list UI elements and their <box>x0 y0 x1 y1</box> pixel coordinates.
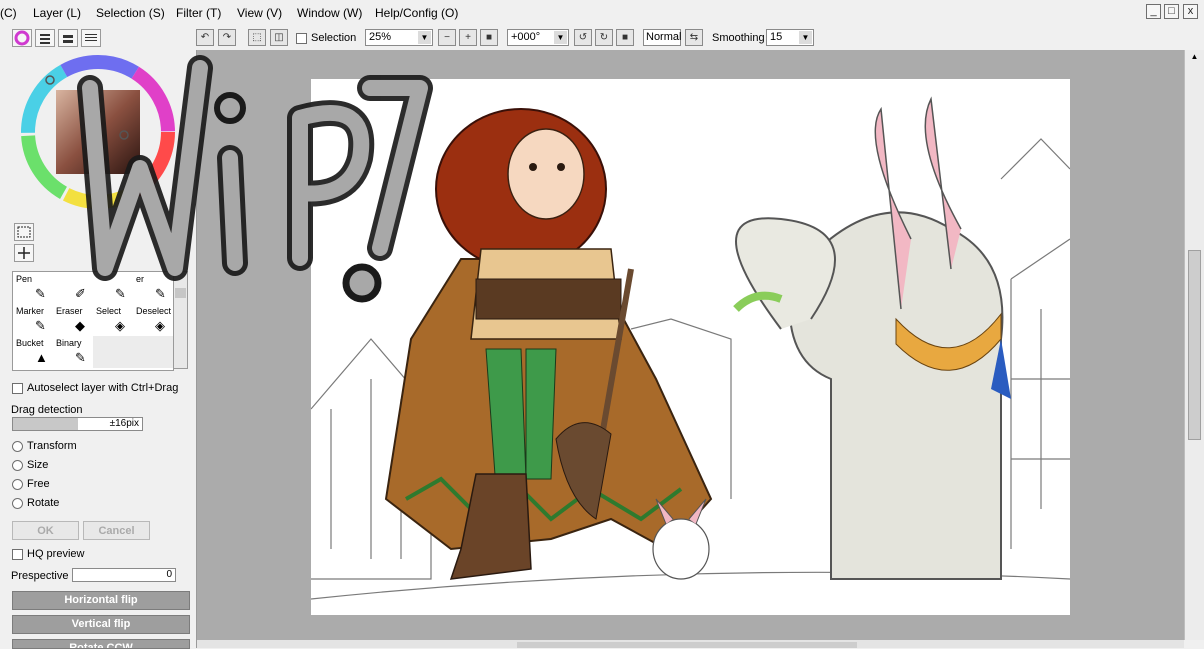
close-button[interactable]: x <box>1183 4 1198 19</box>
color-wheel-tab[interactable] <box>12 29 32 47</box>
menu-item-selection[interactable]: Selection (S) <box>96 6 165 20</box>
radio-size[interactable] <box>12 460 23 471</box>
rotate-reset-button[interactable]: ■ <box>616 29 634 46</box>
horizontal-flip-button[interactable]: Horizontal flip <box>12 591 190 610</box>
binary-pen-icon: ✎ <box>75 350 86 365</box>
blend-mode-field[interactable]: Normal <box>643 29 681 46</box>
hq-preview-checkbox[interactable] <box>12 549 23 560</box>
rotation-select[interactable]: +000° ▼ <box>507 29 569 46</box>
smoothing-select[interactable]: 15 ▼ <box>766 29 814 46</box>
rotate-right-icon: ↻ <box>599 32 609 43</box>
menu-item-help-config[interactable]: Help/Config (O) <box>375 6 458 20</box>
bucket-icon: ▲ <box>35 350 48 365</box>
menu-bar: (C) Layer (L) Selection (S) Filter (T) V… <box>0 0 1204 26</box>
horizontal-scrollbar[interactable] <box>197 640 1184 648</box>
rect-select-tool[interactable] <box>14 223 34 241</box>
chevron-down-icon: ▼ <box>799 31 812 44</box>
radio-transform-label: Transform <box>27 440 77 452</box>
radio-rotate-label: Rotate <box>27 497 60 509</box>
menu-item-layer[interactable]: Layer (L) <box>33 6 81 20</box>
autoselect-checkbox[interactable] <box>12 383 23 394</box>
vertical-flip-button[interactable]: Vertical flip <box>12 615 190 634</box>
slider-fill <box>13 418 78 430</box>
menu-item-view[interactable]: View (V) <box>237 6 282 20</box>
zoom-in-button[interactable]: + <box>459 29 477 46</box>
autoselect-label: Autoselect layer with Ctrl+Drag <box>27 382 179 394</box>
radio-free-label: Free <box>27 478 50 490</box>
rect-select-icon <box>17 226 31 238</box>
vscroll-thumb[interactable] <box>1188 250 1201 440</box>
wip-watermark <box>77 55 433 303</box>
perspective-label: Prespective <box>11 570 69 582</box>
rotate-left-button[interactable]: ↺ <box>574 29 592 46</box>
vertical-scrollbar[interactable]: ▲ <box>1184 50 1204 640</box>
reset-icon: ■ <box>621 32 629 43</box>
perspective-value: 0 <box>166 569 172 580</box>
menu-item-window[interactable]: Window (W) <box>297 6 362 20</box>
drag-detection-slider[interactable]: ±16pix <box>12 417 143 431</box>
rotation-value: +000° <box>511 31 541 43</box>
minimize-button[interactable]: _ <box>1146 4 1161 19</box>
ok-button[interactable]: OK <box>12 521 79 540</box>
perspective-slider[interactable]: 0 <box>72 568 176 582</box>
drag-detection-value: ±16pix <box>109 418 139 429</box>
smoothing-value: 15 <box>770 31 783 43</box>
chevron-down-icon: ▼ <box>554 31 567 44</box>
radio-transform[interactable] <box>12 441 23 452</box>
flip-icon: ⇆ <box>689 32 699 43</box>
hscroll-thumb[interactable] <box>517 642 857 648</box>
zoom-reset-button[interactable]: ■ <box>480 29 498 46</box>
rotate-right-button[interactable]: ↻ <box>595 29 613 46</box>
move-tool[interactable] <box>14 244 34 262</box>
flip-view-button[interactable]: ⇆ <box>685 29 703 46</box>
menu-item-filter[interactable]: Filter (T) <box>176 6 221 20</box>
drag-detection-label: Drag detection <box>11 404 83 416</box>
color-wheel-icon <box>14 30 30 46</box>
cancel-button[interactable]: Cancel <box>83 521 150 540</box>
reset-icon: ■ <box>485 32 493 43</box>
radio-rotate[interactable] <box>12 498 23 509</box>
menu-item-c[interactable]: (C) <box>0 6 17 20</box>
smoothing-label: Smoothing <box>712 32 765 44</box>
hq-preview-label: HQ preview <box>27 548 85 560</box>
plus-icon: + <box>465 32 471 43</box>
rotate-left-icon: ↺ <box>578 32 588 43</box>
move-icon <box>18 247 30 259</box>
chevron-up-icon[interactable]: ▲ <box>1188 52 1201 65</box>
radio-free[interactable] <box>12 479 23 490</box>
maximize-button[interactable]: □ <box>1164 4 1179 19</box>
radio-size-label: Size <box>27 459 49 471</box>
